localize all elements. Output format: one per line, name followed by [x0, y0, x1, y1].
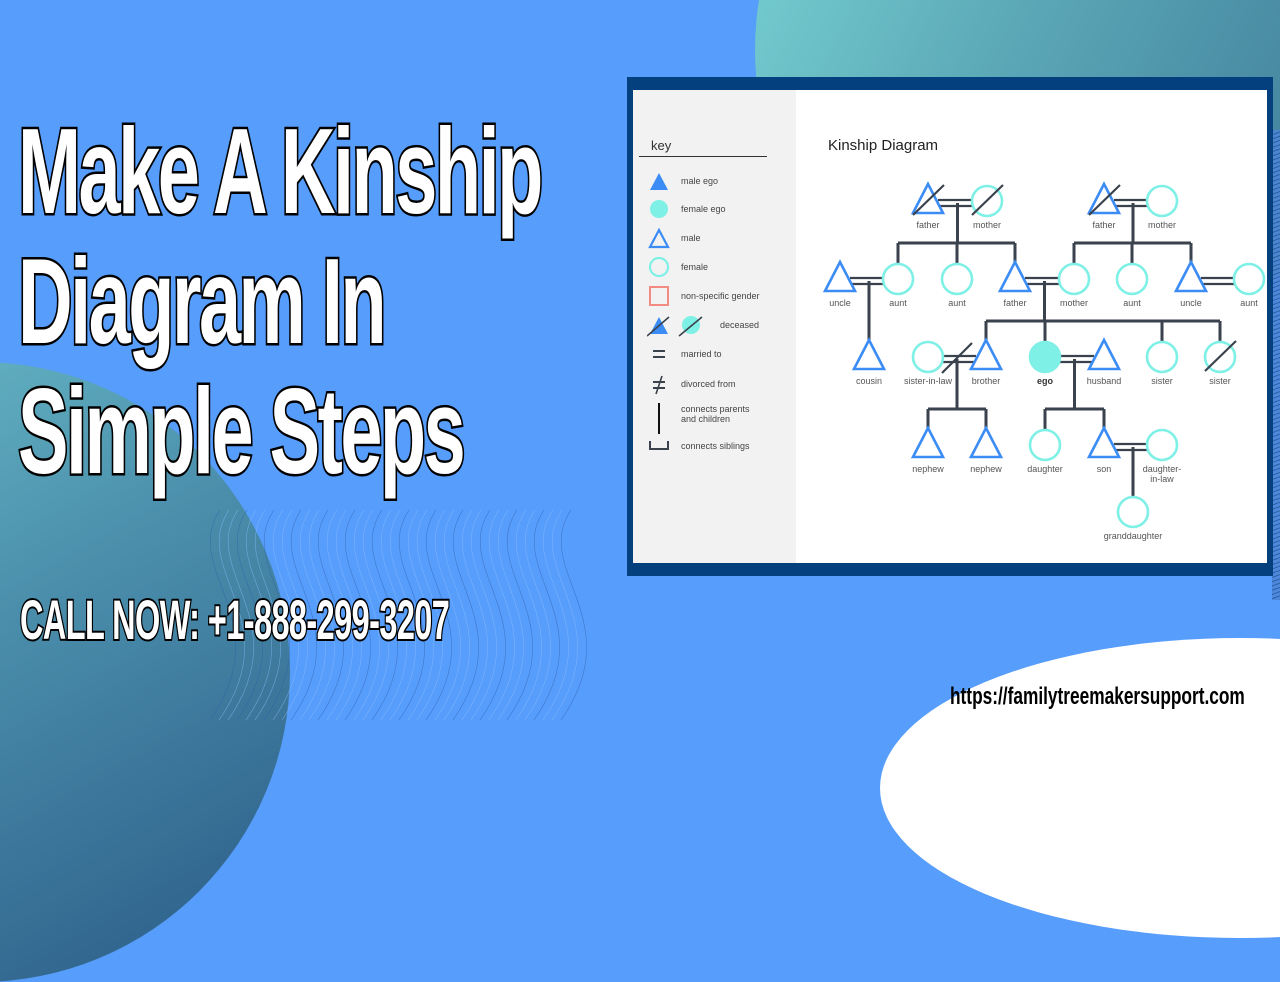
- male-symbol: [968, 337, 1004, 371]
- kinship-diagram: father mother father mother uncle aunt aunt fat…: [822, 181, 1266, 541]
- person-father[interactable]: father: [997, 259, 1033, 308]
- female-symbol: [1145, 340, 1179, 374]
- male-symbol: [910, 181, 946, 215]
- diagram-panel: key male ego female ego male female non-spec…: [633, 90, 1267, 563]
- person-ego[interactable]: ego: [1028, 340, 1062, 386]
- person-aunt[interactable]: aunt: [940, 262, 974, 308]
- male-symbol: [997, 259, 1033, 293]
- headline-line-3: Simple Steps: [16, 363, 467, 499]
- male-symbol: [1086, 425, 1122, 459]
- female-symbol: [1115, 262, 1149, 296]
- person-label: sister: [1151, 376, 1173, 386]
- headline: Make A Kinship Diagram In Simple Steps: [16, 103, 638, 499]
- person-daughter[interactable]: daughter: [1027, 428, 1063, 474]
- person-label: daughter-: [1143, 464, 1182, 474]
- person-son[interactable]: son: [1086, 425, 1122, 474]
- person-label: ego: [1037, 376, 1054, 386]
- person-uncle[interactable]: uncle: [822, 259, 858, 308]
- person-brother[interactable]: brother: [968, 337, 1004, 386]
- person-granddaughter[interactable]: granddaughter: [1104, 495, 1163, 541]
- male-symbol: [968, 425, 1004, 459]
- female-symbol: [1145, 184, 1179, 218]
- male-symbol: [822, 259, 858, 293]
- right-texture-decoration: [1272, 130, 1280, 600]
- person-mother[interactable]: mother: [1145, 184, 1179, 230]
- person-label: son: [1097, 464, 1112, 474]
- person-father[interactable]: father: [910, 181, 946, 230]
- person-uncle[interactable]: uncle: [1173, 259, 1209, 308]
- person-label: nephew: [912, 464, 944, 474]
- person-label: mother: [1060, 298, 1088, 308]
- person-label: uncle: [829, 298, 851, 308]
- headline-line-2: Diagram In: [16, 233, 388, 369]
- person-mother[interactable]: mother: [970, 184, 1004, 230]
- female-symbol: [940, 262, 974, 296]
- person-label: granddaughter: [1104, 531, 1163, 541]
- person-label: uncle: [1180, 298, 1202, 308]
- person-nephew[interactable]: nephew: [968, 425, 1004, 474]
- person-label: cousin: [856, 376, 882, 386]
- female-symbol: [911, 340, 945, 374]
- person-aunt[interactable]: aunt: [1115, 262, 1149, 308]
- person-label: mother: [1148, 220, 1176, 230]
- person-label: aunt: [889, 298, 907, 308]
- person-label: mother: [973, 220, 1001, 230]
- male-symbol: [1086, 181, 1122, 215]
- person-label: sister-in-law: [904, 376, 953, 386]
- person-label: nephew: [970, 464, 1002, 474]
- call-now-phone[interactable]: CALL NOW: +1-888-299-3207: [19, 588, 451, 652]
- person-label: daughter: [1027, 464, 1063, 474]
- person-label: aunt: [1123, 298, 1141, 308]
- person-label: father: [1003, 298, 1026, 308]
- male-symbol: [851, 337, 887, 371]
- female-symbol: [1145, 428, 1179, 462]
- female-symbol: [881, 262, 915, 296]
- female-symbol: [1028, 428, 1062, 462]
- person-daughter-in-law[interactable]: daughter-in-law: [1143, 428, 1182, 484]
- person-sister-in-law[interactable]: sister-in-law: [904, 340, 953, 386]
- female-symbol: [1057, 262, 1091, 296]
- person-label: sister: [1209, 376, 1231, 386]
- person-cousin[interactable]: cousin: [851, 337, 887, 386]
- male-symbol: [910, 425, 946, 459]
- person-label: husband: [1087, 376, 1122, 386]
- person-sister[interactable]: sister: [1203, 340, 1237, 386]
- person-label: aunt: [948, 298, 966, 308]
- male-symbol: [1173, 259, 1209, 293]
- diagram-frame: key male ego female ego male female non-spec…: [627, 77, 1273, 576]
- website-link[interactable]: https://familytreemakersupport.com: [950, 683, 1245, 711]
- headline-line-1: Make A Kinship: [16, 103, 544, 239]
- female-symbol: [1116, 495, 1150, 529]
- person-label: in-law: [1150, 474, 1174, 484]
- person-aunt[interactable]: aunt: [1232, 262, 1266, 308]
- female-symbol: [1028, 340, 1062, 374]
- person-nephew[interactable]: nephew: [910, 425, 946, 474]
- person-father[interactable]: father: [1086, 181, 1122, 230]
- male-symbol: [1086, 337, 1122, 371]
- person-label: aunt: [1240, 298, 1258, 308]
- person-mother[interactable]: mother: [1057, 262, 1091, 308]
- person-label: brother: [972, 376, 1001, 386]
- female-symbol: [1232, 262, 1266, 296]
- person-label: father: [1092, 220, 1115, 230]
- person-label: father: [916, 220, 939, 230]
- person-sister[interactable]: sister: [1145, 340, 1179, 386]
- person-husband[interactable]: husband: [1086, 337, 1122, 386]
- person-aunt[interactable]: aunt: [881, 262, 915, 308]
